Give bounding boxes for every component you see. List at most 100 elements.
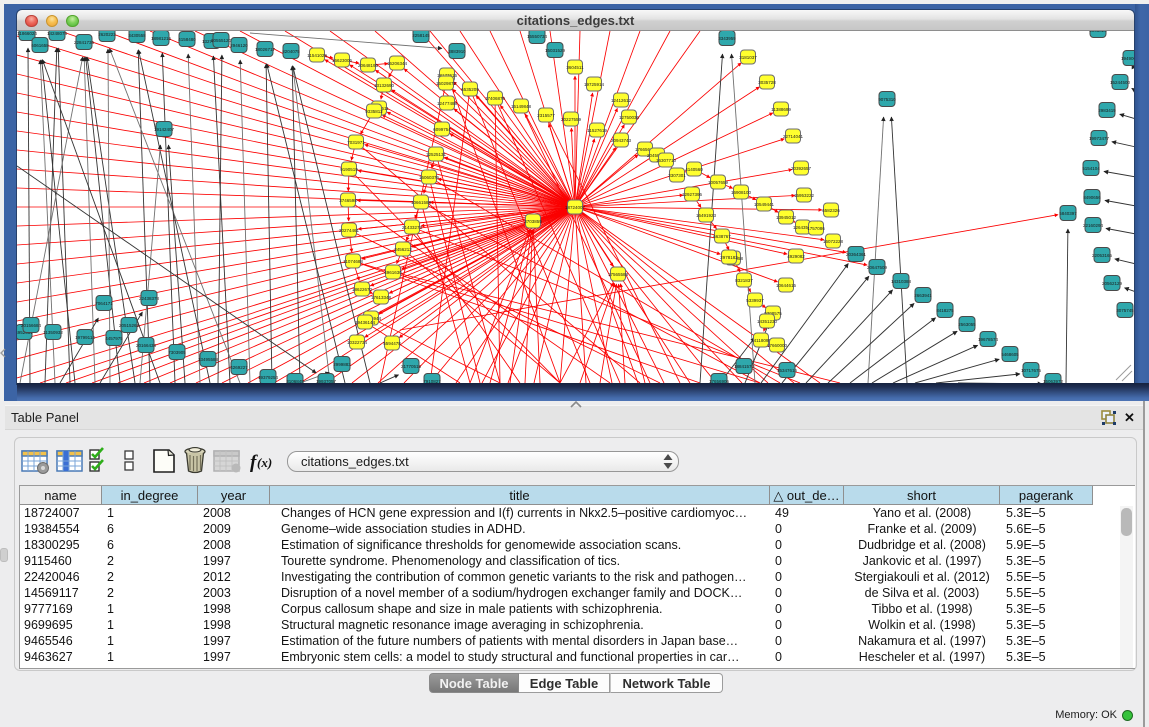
svg-text:19436144: 19436144 [355,320,376,325]
svg-text:3181037: 3181037 [739,55,757,60]
svg-text:14351230: 14351230 [757,319,778,324]
svg-text:3035728: 3035728 [758,80,776,85]
svg-text:5840397: 5840397 [1059,211,1077,216]
svg-text:12412612: 12412612 [611,98,632,103]
svg-text:8321837: 8321837 [735,278,753,283]
svg-text:10549441: 10549441 [754,202,775,207]
svg-text:2563055: 2563055 [958,322,976,327]
svg-text:2258145: 2258145 [412,33,430,38]
svg-text:20647509: 20647509 [867,265,888,270]
svg-text:3075745: 3075745 [1116,308,1134,313]
svg-text:11388699: 11388699 [771,107,791,112]
svg-text:16623006: 16623006 [332,58,353,63]
svg-text:22053165: 22053165 [1092,253,1113,258]
svg-text:4043823: 4043823 [1089,31,1107,33]
svg-text:15550734: 15550734 [527,34,548,39]
svg-text:20562129: 20562129 [1102,281,1123,286]
svg-text:3307301: 3307301 [668,173,686,178]
svg-text:19142407: 19142407 [154,127,175,132]
svg-text:8490656: 8490656 [1083,195,1101,200]
svg-text:10661588: 10661588 [411,200,432,205]
svg-text:3746598: 3746598 [339,198,357,203]
svg-text:16206344: 16206344 [387,61,408,66]
svg-text:2663941: 2663941 [914,293,932,298]
svg-text:17660000: 17660000 [767,343,788,348]
svg-text:16307710: 16307710 [656,158,677,163]
svg-text:2978182: 2978182 [720,255,738,260]
svg-text:20392657: 20392657 [791,166,812,171]
svg-text:12750036: 12750036 [619,115,640,120]
svg-text:20648195: 20648195 [358,63,379,68]
svg-text:3343959: 3343959 [718,36,736,41]
svg-text:19379254: 19379254 [258,375,279,380]
svg-text:2315577: 2315577 [537,113,555,118]
svg-text:5594478: 5594478 [383,341,401,346]
svg-text:19678574: 19678574 [978,337,999,342]
svg-text:22841736: 22841736 [74,40,95,45]
svg-text:4140560: 4140560 [685,167,703,172]
svg-text:18724007: 18724007 [565,205,586,210]
svg-text:7303905: 7303905 [168,350,186,355]
svg-text:11541029: 11541029 [307,53,327,58]
svg-text:16908100: 16908100 [731,190,752,195]
svg-text:9335812: 9335812 [365,109,383,114]
svg-text:9075310: 9075310 [878,97,896,102]
svg-text:20555120: 20555120 [211,38,232,43]
svg-text:18841570: 18841570 [734,364,755,369]
svg-text:3883910: 3883910 [448,49,466,54]
svg-text:11074688: 11074688 [343,259,363,264]
svg-text:3604511: 3604511 [566,65,584,70]
svg-text:8204075: 8204075 [282,49,300,54]
svg-text:6638767: 6638767 [713,234,731,239]
svg-text:1757086: 1757086 [807,226,825,231]
svg-text:10644615: 10644615 [776,283,797,288]
svg-text:11866024: 11866024 [17,31,37,36]
svg-text:10057659: 10057659 [708,180,729,185]
svg-text:4269227: 4269227 [230,365,248,370]
svg-text:19725914: 19725914 [584,82,605,87]
svg-text:15244500: 15244500 [1110,80,1131,85]
svg-text:13945012: 13945012 [776,215,797,220]
svg-text:10717675: 10717675 [1021,368,1042,373]
svg-text:18026717: 18026717 [255,47,276,52]
svg-text:4158480: 4158480 [178,37,196,42]
svg-text:13132690: 13132690 [374,83,395,88]
svg-text:16491923: 16491923 [696,213,717,218]
svg-text:15149848: 15149848 [511,104,532,109]
svg-text:6582326: 6582326 [822,208,840,213]
svg-text:22160294: 22160294 [1083,223,1104,228]
svg-text:3430558: 3430558 [128,33,146,38]
svg-text:20364361: 20364361 [846,252,867,257]
svg-text:2620223: 2620223 [98,32,116,37]
svg-text:2983419: 2983419 [1098,108,1116,113]
svg-text:4961630: 4961630 [384,270,402,275]
svg-text:13495588: 13495588 [198,357,219,362]
svg-text:5154104: 5154104 [1082,166,1100,171]
svg-text:5468605: 5468605 [1001,352,1019,357]
svg-text:11350932: 11350932 [43,330,63,335]
svg-text:20166438: 20166438 [136,343,157,348]
svg-text:10322734: 10322734 [347,340,368,345]
svg-text:20227559: 20227559 [561,117,582,122]
svg-text:16060376: 16060376 [419,175,440,180]
svg-text:21433273: 21433273 [402,225,423,230]
svg-text:6535209: 6535209 [461,87,479,92]
svg-text:15347616: 15347616 [777,368,798,373]
svg-text:19490077: 19490077 [1121,56,1134,61]
svg-text:20274461: 20274461 [339,228,360,233]
svg-text:4457975: 4457975 [105,336,123,341]
svg-text:15953222: 15953222 [794,193,815,198]
svg-text:20943743: 20943743 [611,138,632,143]
svg-text:11527619: 11527619 [587,128,607,133]
svg-text:15031529: 15031529 [545,48,566,53]
svg-text:19973477: 19973477 [1089,136,1110,141]
svg-text:17613348: 17613348 [371,295,392,300]
svg-text:16072228: 16072228 [823,239,844,244]
svg-text:8418275: 8418275 [936,308,954,313]
svg-text:20515263: 20515263 [119,323,140,328]
svg-text:17565588: 17565588 [608,272,629,277]
svg-text:20156684: 20156684 [21,323,42,328]
svg-text:5339937: 5339937 [746,298,764,303]
svg-text:2999883: 2999883 [333,362,351,367]
svg-text:17406879: 17406879 [485,96,506,101]
